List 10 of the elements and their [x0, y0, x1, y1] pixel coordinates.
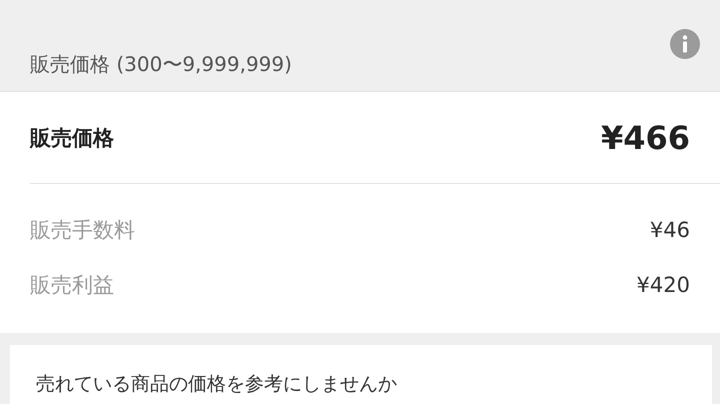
price-value: ¥466 — [600, 118, 690, 156]
info-icon[interactable] — [670, 29, 700, 59]
suggestion-text: 売れている商品の価格を参考にしませんか — [36, 373, 397, 395]
price-label: 販売価格 — [30, 124, 114, 152]
detail-label: 販売利益 — [30, 272, 114, 299]
detail-label: 販売手数料 — [30, 217, 135, 244]
suggestion-card[interactable]: 売れている商品の価格を参考にしませんか — [10, 345, 712, 404]
price-range-label: 販売価格 (300〜9,999,999) — [30, 51, 292, 78]
detail-value: ¥46 — [650, 218, 690, 242]
detail-value: ¥420 — [636, 273, 690, 297]
